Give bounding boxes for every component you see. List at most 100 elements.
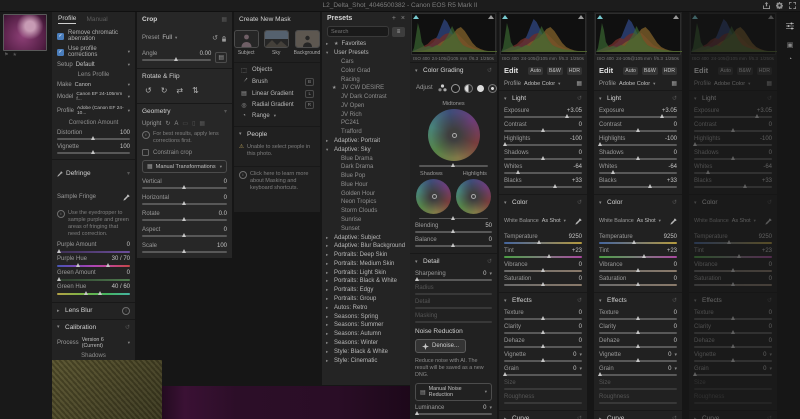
- detail-header[interactable]: ▾ Detail ↺: [410, 254, 497, 267]
- info-icon[interactable]: i: [122, 307, 130, 315]
- whites-slider[interactable]: Whites-64: [689, 160, 777, 174]
- highlights-slider[interactable]: Highlights-100: [499, 132, 587, 146]
- wb-eyedropper-icon[interactable]: [670, 212, 677, 230]
- checkbox-checked-icon[interactable]: ✓: [57, 33, 64, 40]
- upright-vertical-icon[interactable]: ▯: [192, 120, 195, 127]
- reset-icon[interactable]: ↺: [487, 258, 492, 265]
- profile-browser-icon[interactable]: ▦: [576, 80, 582, 87]
- preset-item[interactable]: Neon Tropics: [322, 198, 410, 207]
- photo-region-olive[interactable]: [52, 360, 162, 419]
- wb-eyedropper-icon[interactable]: [575, 212, 582, 230]
- preset-group[interactable]: ▸Adaptive: Blur Background: [322, 242, 410, 251]
- light-header[interactable]: ▾ Light ↺: [689, 91, 777, 104]
- highlights-slider[interactable]: Highlights-100: [689, 132, 777, 146]
- color-header[interactable]: ▾ Color ↺: [689, 195, 777, 208]
- crop-preset-select[interactable]: Preset Full ▾ ↺: [137, 25, 232, 47]
- lock-icon[interactable]: [221, 29, 227, 47]
- vibrance-slider[interactable]: Vibrance0: [499, 258, 587, 272]
- shadows-slider[interactable]: Shadows0: [689, 146, 777, 160]
- upright-auto-icon[interactable]: A: [174, 121, 178, 127]
- preset-item[interactable]: Blue Pop: [322, 172, 410, 181]
- preset-item[interactable]: Trafford: [322, 128, 410, 137]
- rotate-right-icon[interactable]: ↻: [161, 86, 168, 95]
- highlights-slider[interactable]: Highlights-100: [594, 132, 682, 146]
- checkbox-unchecked-icon[interactable]: [142, 149, 149, 156]
- saturation-slider[interactable]: Saturation0: [499, 272, 587, 286]
- temperature-slider[interactable]: Temperature9250: [689, 230, 777, 244]
- blacks-slider[interactable]: Blacks+33: [499, 174, 587, 188]
- checkbox-checked-icon[interactable]: ✓: [57, 49, 64, 56]
- shadows-slider[interactable]: Shadows0: [594, 146, 682, 160]
- flyout-icon[interactable]: ▾: [224, 108, 227, 115]
- mask-subject-button[interactable]: Subject: [234, 30, 259, 56]
- clarity-slider[interactable]: Clarity0: [499, 320, 587, 334]
- share-icon[interactable]: [763, 2, 770, 9]
- tab-manual[interactable]: Manual: [86, 16, 107, 24]
- histogram[interactable]: [690, 13, 776, 55]
- reset-icon[interactable]: ↺: [767, 95, 772, 102]
- mask-sky-button[interactable]: Sky: [264, 30, 289, 56]
- distortion-slider[interactable]: Distortion100: [52, 126, 135, 140]
- blacks-slider[interactable]: Blacks+33: [689, 174, 777, 188]
- light-header[interactable]: ▾ Light ↺: [499, 91, 587, 104]
- flyout-icon[interactable]: ▾: [127, 170, 130, 177]
- contrast-slider[interactable]: Contrast0: [594, 118, 682, 132]
- highlight-clipping-indicator[interactable]: [673, 15, 679, 19]
- grain-slider[interactable]: Grain0▾: [594, 362, 682, 376]
- preset-group[interactable]: ▸Portraits: Group: [322, 295, 410, 304]
- lens-profile-select[interactable]: Profile Adobe (Canon EF 24-10... ▾: [52, 102, 135, 116]
- vignette-slider[interactable]: Vignette0▾: [594, 348, 682, 362]
- contrast-slider[interactable]: Contrast0: [499, 118, 587, 132]
- effects-header[interactable]: ▾ Effects ↺: [499, 293, 587, 306]
- lens-model-select[interactable]: Model Canon EF 24-105mm f... ▾: [52, 88, 135, 102]
- highlight-clipping-indicator[interactable]: [578, 15, 584, 19]
- filmstrip-thumbnail[interactable]: [3, 14, 47, 51]
- reset-icon[interactable]: ↺: [672, 95, 677, 102]
- reset-icon[interactable]: ↺: [672, 297, 677, 304]
- auto-button[interactable]: Auto: [623, 67, 638, 75]
- reset-icon[interactable]: ↺: [672, 199, 677, 206]
- blending-slider[interactable]: Blending50: [410, 219, 497, 233]
- grid-overlay-icon[interactable]: ▦: [221, 16, 227, 23]
- preset-item[interactable]: Blue Drama: [322, 154, 410, 163]
- whites-slider[interactable]: Whites-64: [499, 160, 587, 174]
- saturation-slider[interactable]: Saturation0: [689, 272, 777, 286]
- preset-group[interactable]: ▸Seasons: Autumn: [322, 330, 410, 339]
- midtones-luminance-slider[interactable]: [419, 165, 488, 167]
- shadows-highlights-luminance-slider[interactable]: [419, 218, 488, 220]
- manual-transformations-dropdown[interactable]: ▦ Manual Transformations ▾: [142, 160, 227, 173]
- gear-icon[interactable]: [776, 2, 783, 9]
- mask-background-button[interactable]: Background: [294, 30, 320, 56]
- upright-level-icon[interactable]: ▭: [182, 120, 188, 127]
- shadows-wheel-icon[interactable]: [451, 84, 460, 93]
- purple-amount-slider[interactable]: Purple Amount0: [52, 239, 135, 253]
- rotate-slider[interactable]: Rotate0.0: [137, 205, 232, 221]
- green-amount-slider[interactable]: Green Amount0: [52, 267, 135, 281]
- rotate-left-icon[interactable]: ↺: [145, 86, 152, 95]
- preset-group[interactable]: ▸Portraits: Black & White: [322, 277, 410, 286]
- histogram[interactable]: [411, 13, 496, 55]
- preset-group[interactable]: ▸Portraits: Medium Skin: [322, 260, 410, 269]
- vignette-slider[interactable]: Vignette0▾: [499, 348, 587, 362]
- exposure-slider[interactable]: Exposure+3.05: [689, 104, 777, 118]
- exposure-slider[interactable]: Exposure+3.05: [499, 104, 587, 118]
- dehaze-slider[interactable]: Dehaze0: [499, 334, 587, 348]
- flip-vertical-icon[interactable]: ⇅: [192, 86, 199, 95]
- reset-icon[interactable]: ↺: [672, 415, 677, 419]
- preset-item[interactable]: Dark Drama: [322, 163, 410, 172]
- rating-icon[interactable]: ★: [12, 52, 16, 58]
- global-wheel-icon[interactable]: [488, 84, 497, 93]
- setup-select[interactable]: Setup Default ▾: [52, 58, 135, 68]
- wb-eyedropper-icon[interactable]: [765, 212, 772, 230]
- preset-group[interactable]: ▸Adaptive: Subject: [322, 233, 410, 242]
- exposure-slider[interactable]: Exposure+3.05: [594, 104, 682, 118]
- mask-tool-brush[interactable]: Brush B: [234, 74, 320, 87]
- grain-slider[interactable]: Grain0▾: [499, 362, 587, 376]
- horizontal-slider[interactable]: Horizontal0: [137, 189, 232, 205]
- midtones-wheel-icon[interactable]: [464, 84, 473, 93]
- dehaze-slider[interactable]: Dehaze0: [689, 334, 777, 348]
- curve-header[interactable]: ▸ Curve ↺: [689, 411, 777, 419]
- contrast-slider[interactable]: Contrast0: [689, 118, 777, 132]
- preset-item[interactable]: JV Dark Contrast: [322, 93, 410, 102]
- grain-slider[interactable]: Grain0▾: [689, 362, 777, 376]
